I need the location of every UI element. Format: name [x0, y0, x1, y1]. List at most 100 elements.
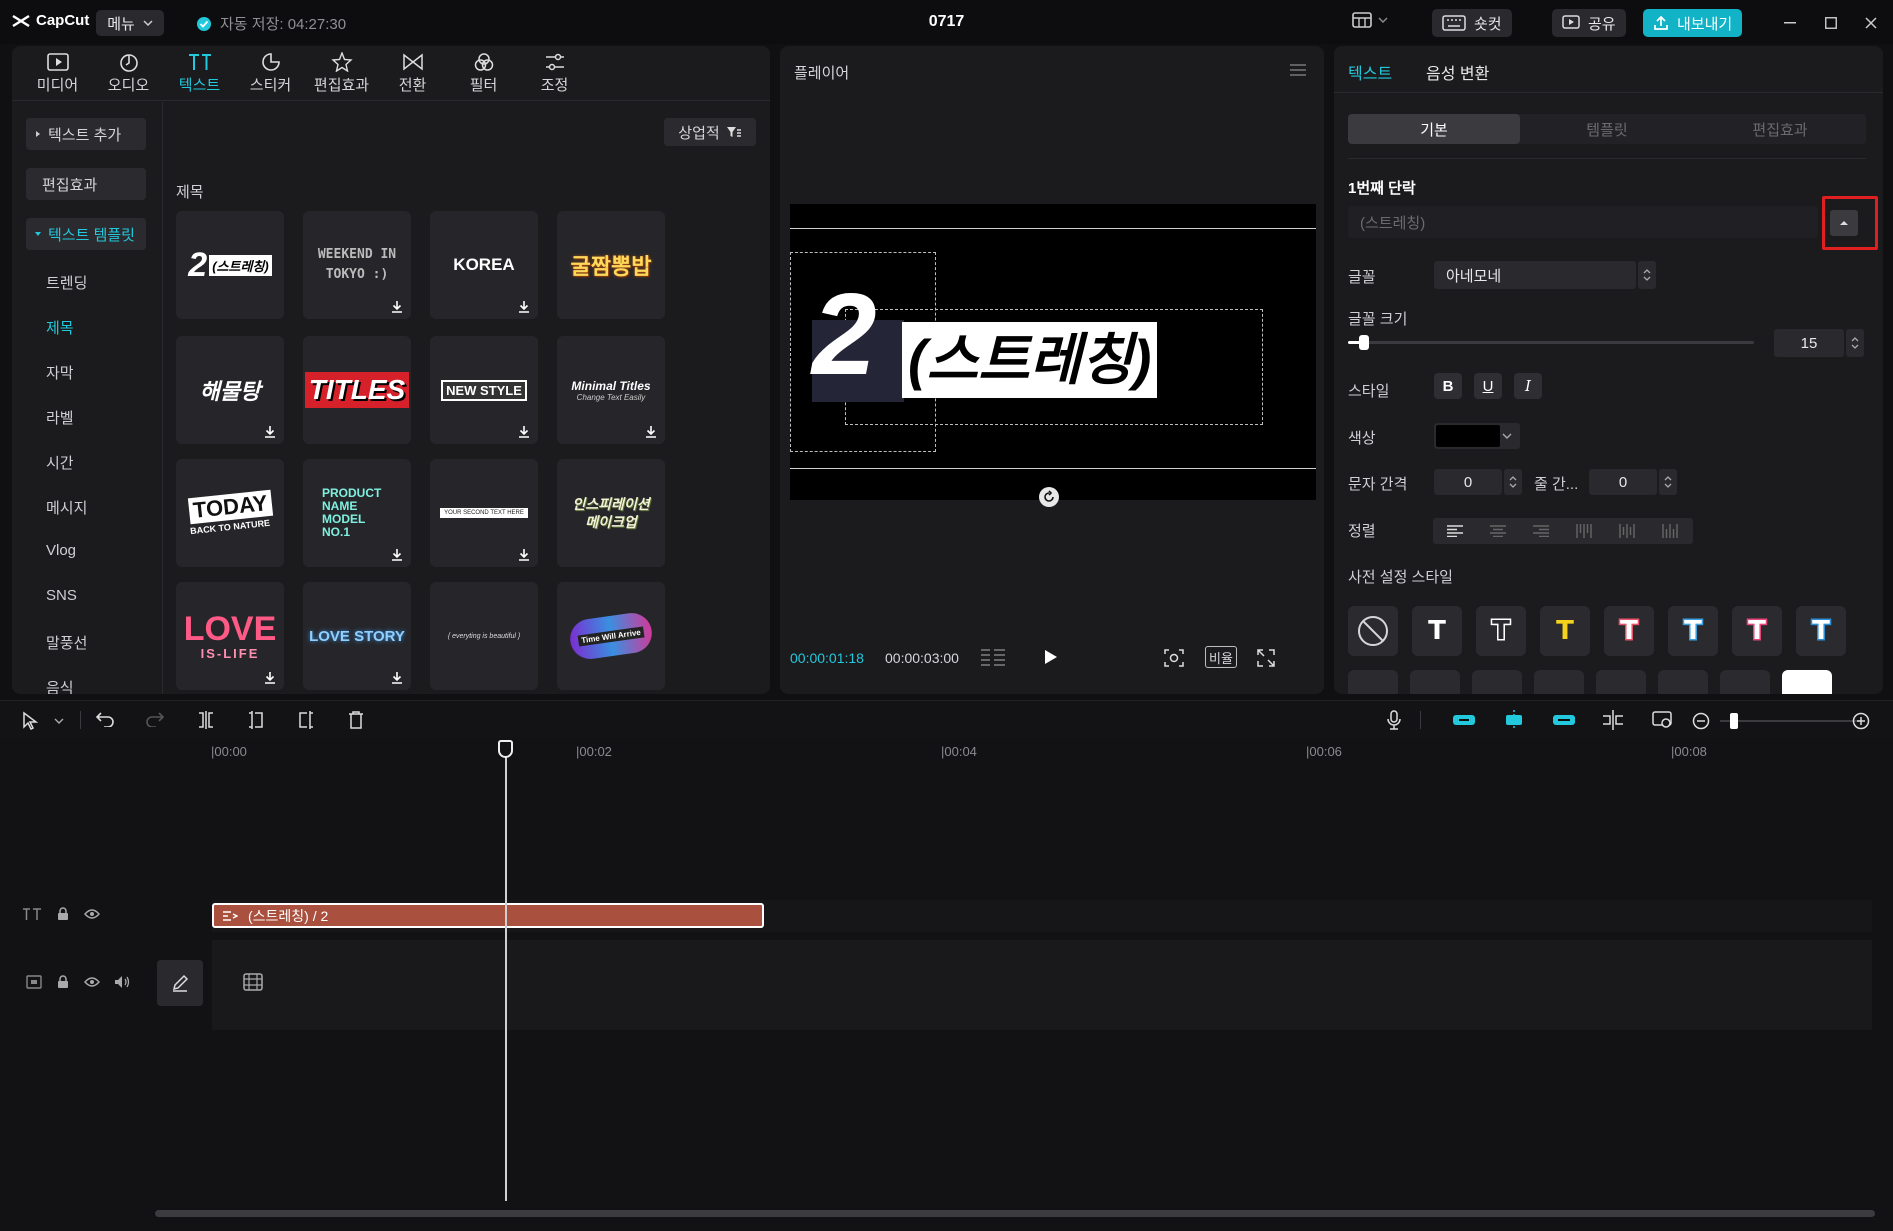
playhead-handle[interactable]: [498, 740, 513, 758]
tab-effects[interactable]: 편집효과: [306, 46, 377, 100]
letter-spacing-input[interactable]: 0: [1434, 469, 1502, 495]
template-thumb[interactable]: LOVE IS-LIFE: [176, 582, 284, 690]
commercial-filter-button[interactable]: 상업적: [664, 118, 756, 146]
vertical-align-top-button[interactable]: [1562, 518, 1605, 544]
template-thumb[interactable]: Time Will Arrive: [557, 582, 665, 690]
preset-style[interactable]: [1410, 670, 1460, 694]
line-spacing-stepper[interactable]: [1659, 469, 1677, 495]
canvas-big-number[interactable]: 2: [812, 274, 877, 394]
cover-edit-button[interactable]: [157, 960, 203, 1006]
download-icon[interactable]: [518, 300, 530, 313]
speaker-icon[interactable]: [114, 975, 130, 989]
template-thumb[interactable]: YOUR SECOND TEXT HERE: [430, 459, 538, 567]
tab-transition[interactable]: 전환: [377, 46, 448, 100]
template-thumb[interactable]: { everyting is beautiful }: [430, 582, 538, 690]
text-effects-button[interactable]: 편집효과: [26, 168, 146, 200]
tab-filter[interactable]: 필터: [448, 46, 519, 100]
maximize-button[interactable]: [1816, 10, 1846, 36]
add-text-button[interactable]: 텍스트 추가: [26, 118, 146, 150]
align-left-button[interactable]: [1433, 518, 1476, 544]
preset-style[interactable]: [1658, 670, 1708, 694]
preset-none[interactable]: [1348, 606, 1398, 656]
waveform-grid-icon[interactable]: [980, 648, 1006, 666]
vertical-align-middle-button[interactable]: [1605, 518, 1648, 544]
color-picker[interactable]: [1434, 423, 1520, 449]
shortcut-button[interactable]: 숏컷: [1432, 9, 1512, 37]
preset-style[interactable]: T: [1540, 606, 1590, 656]
preset-style[interactable]: [1472, 670, 1522, 694]
preset-style[interactable]: T: [1476, 606, 1526, 656]
preview-canvas[interactable]: 2 (스트레칭): [790, 204, 1316, 500]
eye-icon[interactable]: [84, 976, 100, 988]
preset-style[interactable]: T: [1604, 606, 1654, 656]
template-thumb[interactable]: 인스피레이션 메이크업: [557, 459, 665, 567]
aspect-ratio-button[interactable]: 비율: [1205, 646, 1237, 668]
align-right-button[interactable]: [1519, 518, 1562, 544]
tab-adjust[interactable]: 조정: [519, 46, 590, 100]
paragraph-text-field[interactable]: (스트레칭): [1348, 206, 1818, 238]
preset-style[interactable]: T: [1412, 606, 1462, 656]
auto-snap-icon[interactable]: [1502, 710, 1526, 730]
segment-basic[interactable]: 기본: [1348, 114, 1520, 144]
bold-button[interactable]: B: [1434, 373, 1462, 399]
main-menu-button[interactable]: 메뉴: [96, 10, 164, 36]
redo-icon[interactable]: [146, 711, 164, 727]
nav-item-food[interactable]: 음식: [46, 677, 74, 694]
segment-effects[interactable]: 편집효과: [1694, 114, 1866, 144]
download-icon[interactable]: [391, 671, 403, 684]
trim-right-icon[interactable]: [298, 711, 314, 729]
tab-text-inspector[interactable]: 텍스트: [1348, 60, 1392, 84]
preset-style[interactable]: T: [1668, 606, 1718, 656]
close-button[interactable]: [1856, 10, 1886, 36]
download-icon[interactable]: [645, 425, 657, 438]
preview-axis-icon[interactable]: [1602, 710, 1624, 730]
font-size-slider[interactable]: [1348, 335, 1754, 350]
font-size-slider-knob[interactable]: [1359, 335, 1370, 350]
chevron-down-icon[interactable]: [54, 718, 64, 724]
zoom-slider[interactable]: [1720, 713, 1860, 729]
download-icon[interactable]: [264, 425, 276, 438]
zoom-in-icon[interactable]: [1852, 712, 1870, 730]
preset-style[interactable]: T: [1732, 606, 1782, 656]
nav-item-speech-bubble[interactable]: 말풍선: [46, 632, 87, 653]
template-thumb[interactable]: LOVE STORY: [303, 582, 411, 690]
minimize-button[interactable]: [1775, 10, 1805, 36]
download-icon[interactable]: [264, 671, 276, 684]
delete-icon[interactable]: [348, 711, 364, 729]
export-button[interactable]: 내보내기: [1643, 9, 1743, 37]
preset-style[interactable]: [1782, 670, 1832, 694]
font-select[interactable]: 아네모네: [1434, 261, 1636, 289]
microphone-icon[interactable]: [1386, 710, 1402, 730]
line-spacing-input[interactable]: 0: [1589, 469, 1657, 495]
layout-button[interactable]: [1352, 12, 1388, 28]
nav-item-time[interactable]: 시간: [46, 452, 74, 473]
nav-item-trending[interactable]: 트렌딩: [46, 272, 87, 293]
underline-button[interactable]: U: [1474, 373, 1502, 399]
rotate-handle[interactable]: [1039, 487, 1059, 507]
preset-style[interactable]: [1534, 670, 1584, 694]
main-video-track[interactable]: [212, 940, 1872, 1030]
zoom-fit-icon[interactable]: [1652, 710, 1674, 730]
align-center-button[interactable]: [1476, 518, 1519, 544]
canvas-text[interactable]: (스트레칭): [902, 322, 1158, 398]
nav-item-vlog[interactable]: Vlog: [46, 542, 76, 559]
template-thumb[interactable]: Minimal Titles Change Text Easily: [557, 336, 665, 444]
template-thumb[interactable]: 2 (스트레칭): [176, 211, 284, 319]
nav-item-title[interactable]: 제목: [46, 317, 74, 338]
template-thumb[interactable]: TODAY BACK TO NATURE: [176, 459, 284, 567]
download-icon[interactable]: [391, 548, 403, 561]
tab-text[interactable]: 텍스트: [164, 46, 235, 100]
template-thumb[interactable]: 해물탕: [176, 336, 284, 444]
lock-icon[interactable]: [56, 907, 70, 921]
film-icon[interactable]: [243, 973, 263, 991]
tab-audio[interactable]: 오디오: [93, 46, 164, 100]
lock-icon[interactable]: [56, 975, 70, 989]
vertical-align-bottom-button[interactable]: [1648, 518, 1691, 544]
preset-style[interactable]: [1348, 670, 1398, 694]
italic-button[interactable]: I: [1514, 373, 1542, 399]
template-thumb[interactable]: WEEKEND IN TOKYO :): [303, 211, 411, 319]
tab-sticker[interactable]: 스티커: [235, 46, 306, 100]
font-size-stepper[interactable]: [1846, 329, 1864, 357]
playhead[interactable]: [505, 745, 507, 1201]
preset-style[interactable]: [1596, 670, 1646, 694]
